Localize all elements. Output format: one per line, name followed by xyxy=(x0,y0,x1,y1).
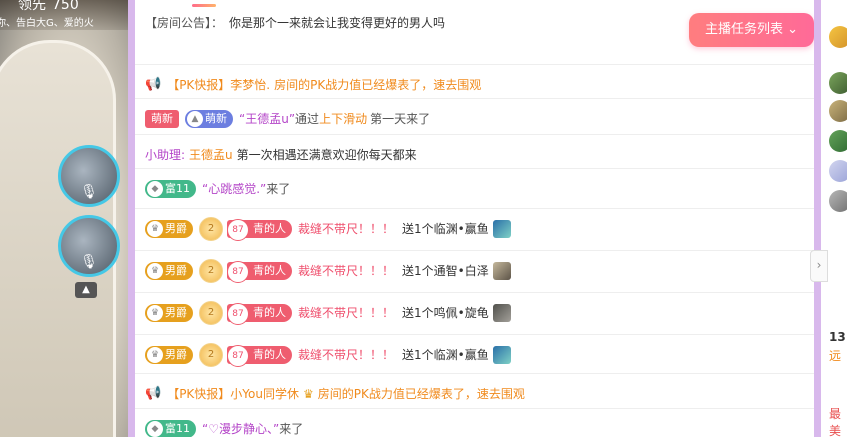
diamond-icon: ◆ xyxy=(147,420,163,437)
enter-suffix: 来了 xyxy=(279,422,304,436)
avatar[interactable] xyxy=(829,26,847,48)
username[interactable]: “王德孟u” xyxy=(239,110,295,127)
pk-news-user[interactable]: 李梦怡. xyxy=(230,76,270,93)
rank-label: 远 xyxy=(829,349,842,363)
wealth-badge: ◆ 富11 xyxy=(145,179,196,198)
pk-news-tag: 【PK快报】 xyxy=(167,78,231,92)
noble-badge: ♛ 男爵 xyxy=(145,345,193,364)
assistant-text: 第一次相遇还满意欢迎你每天都来 xyxy=(236,148,417,162)
gift-text: 送1个鸣佩•旋龟 xyxy=(402,306,489,320)
username[interactable]: 裁缝不带尺！！！ xyxy=(298,220,394,237)
gift-row: ♛ 男爵 2 87 青的人 裁缝不带尺！！！ 送1个鸣佩•旋龟 xyxy=(135,292,814,332)
pk-news-row: 📢 【PK快报】 小You同学休 ♛ 房间的PK战力值已经爆表了，速去围观 xyxy=(135,373,814,413)
gift-turtle-icon xyxy=(492,303,511,322)
assistant-username[interactable]: 王德孟u xyxy=(189,146,233,163)
announcement-text: 你是那个一来就会让我变得更好的男人吗 xyxy=(229,15,446,30)
crown-icon: ♛ xyxy=(147,304,163,321)
username[interactable]: 裁缝不带尺！！！ xyxy=(298,304,394,321)
enter-suffix: 第一天来了 xyxy=(370,112,431,126)
gift-row: ♛ 男爵 2 87 青的人 裁缝不带尺！！！ 送1个通智•白泽 xyxy=(135,250,814,290)
user-level-badge: 2 xyxy=(199,258,223,283)
username[interactable]: “心跳感觉.” xyxy=(202,180,266,197)
ranking-column xyxy=(821,0,847,437)
chat-panel: 【房间公告】： 你是那个一来就会让我变得更好的男人吗 📢 【PK快报】 李梦怡.… xyxy=(135,0,814,437)
pk-news-tag: 【PK快报】 xyxy=(167,387,231,401)
chevron-down-icon: ⌄ xyxy=(782,22,799,37)
mic-seat-1[interactable]: 🎙 xyxy=(58,145,120,207)
gift-text: 送1个通智•白泽 xyxy=(402,264,489,278)
username[interactable]: “♡漫步静心、” xyxy=(202,420,279,437)
avatar[interactable] xyxy=(829,160,847,182)
fan-badge: 87 青的人 xyxy=(227,218,292,241)
fan-badge: 87 青的人 xyxy=(227,260,292,283)
pk-score: 领先 750 xyxy=(18,0,79,13)
gift-fish-icon xyxy=(492,345,511,364)
user-level-badge: 2 xyxy=(199,342,223,367)
gift-row: ♛ 男爵 2 87 青的人 裁缝不带尺！！！ 送1个临渊•赢鱼 xyxy=(135,334,814,374)
avatar[interactable] xyxy=(829,72,847,94)
crown-icon: ♛ xyxy=(147,262,163,279)
chat-left-border xyxy=(128,0,135,437)
collapse-panel-button[interactable]: › xyxy=(810,250,828,282)
enter-row: ◆ 富11 “♡漫步静心、” 来了 xyxy=(135,408,814,437)
pk-news-user[interactable]: 小You同学休 xyxy=(230,385,299,402)
newbie-level-badge: ▲ 萌新 xyxy=(185,109,233,128)
crown-icon: ♛ xyxy=(147,346,163,363)
fan-badge: 87 青的人 xyxy=(227,344,292,367)
gift-row: ♛ 男爵 2 87 青的人 裁缝不带尺！！！ 送1个临渊•赢鱼 xyxy=(135,208,814,248)
live-video[interactable]: 领先 750 你、告白大G、爱的火 🎙 🎙 ▲ xyxy=(0,0,128,437)
gift-text: 送1个临渊•赢鱼 xyxy=(402,222,489,236)
megaphone-icon: 📢 xyxy=(145,77,162,92)
gift-tiger-icon xyxy=(492,261,511,280)
fan-badge: 87 青的人 xyxy=(227,302,292,325)
enter-row: ◆ 富11 “心跳感觉.” 来了 xyxy=(135,168,814,208)
enter-suffix: 来了 xyxy=(266,182,291,196)
pk-news-text: 房间的PK战力值已经爆表了，速去围观 xyxy=(274,78,482,92)
expand-up-button[interactable]: ▲ xyxy=(75,282,97,298)
username[interactable]: 裁缝不带尺！！！ xyxy=(298,346,394,363)
crown-icon: ♛ xyxy=(147,220,163,237)
gift-text: 送1个临渊•赢鱼 xyxy=(402,348,489,362)
video-marquee-text: 你、告白大G、爱的火 xyxy=(0,18,94,29)
noble-badge: ♛ 男爵 xyxy=(145,303,193,322)
noble-badge: ♛ 男爵 xyxy=(145,219,193,238)
announcement-label: 【房间公告】： xyxy=(145,15,224,30)
crown-icon: ♛ xyxy=(302,386,314,401)
pk-news-text: 房间的PK战力值已经爆表了，速去围观 xyxy=(317,387,525,401)
microphone-icon: 🎙 xyxy=(80,254,98,270)
user-level-badge: 2 xyxy=(199,216,223,241)
wealth-badge: ◆ 富11 xyxy=(145,419,196,437)
rank-number: 13 xyxy=(829,330,846,344)
enter-via: 通过 xyxy=(295,112,320,126)
username[interactable]: 裁缝不带尺！！！ xyxy=(298,262,394,279)
avatar[interactable] xyxy=(829,130,847,152)
anchor-task-list-button[interactable]: 主播任务列表 ⌄ xyxy=(689,13,814,47)
avatar[interactable] xyxy=(829,100,847,122)
newbie-badge: 萌新 xyxy=(145,109,179,128)
noble-badge: ♛ 男爵 xyxy=(145,261,193,280)
rank-label: 最美 xyxy=(829,407,842,438)
megaphone-icon: 📢 xyxy=(145,386,162,401)
assistant-label: 小助理: xyxy=(145,148,186,162)
enter-row: 萌新 ▲ 萌新 “王德孟u” 通过 上下滑动 第一天来了 xyxy=(135,98,814,138)
chat-right-border xyxy=(814,0,821,437)
mic-seat-2[interactable]: 🎙 xyxy=(58,215,120,277)
gift-fish-icon xyxy=(492,219,511,238)
enter-action: 上下滑动 xyxy=(319,112,368,126)
avatar[interactable] xyxy=(829,190,847,212)
shield-icon: ▲ xyxy=(187,110,203,127)
user-level-badge: 2 xyxy=(199,300,223,325)
microphone-icon: 🎙 xyxy=(80,184,98,200)
diamond-icon: ◆ xyxy=(147,180,163,197)
